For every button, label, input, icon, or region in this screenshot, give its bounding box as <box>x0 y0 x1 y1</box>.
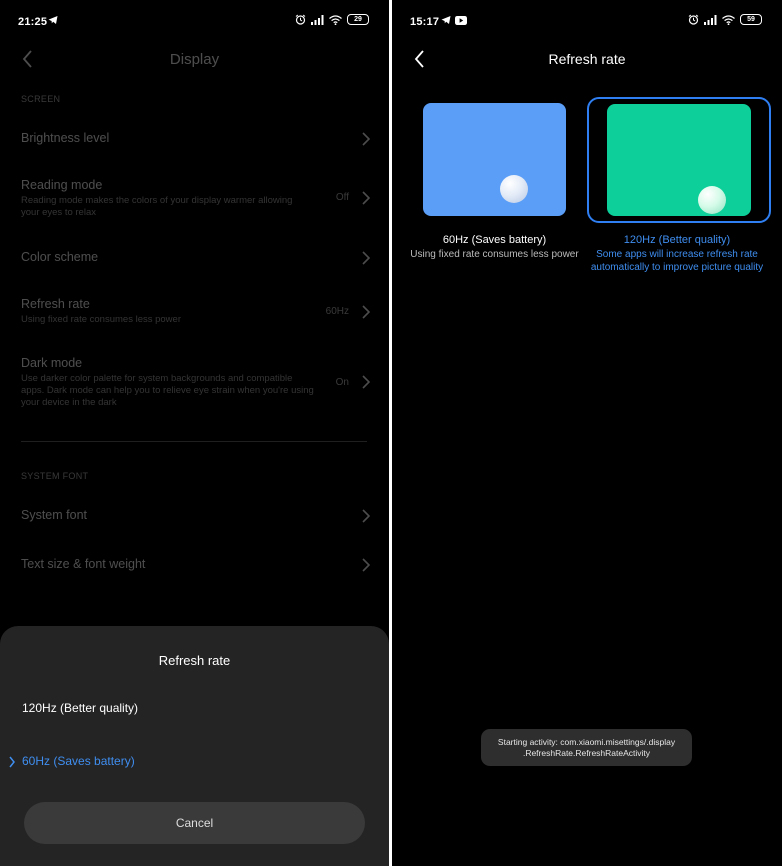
refresh-rate-screen: 15:17 59 Refresh rate 60Hz (Saves batter… <box>392 0 782 866</box>
brightness-level-item[interactable]: Brightness level <box>21 131 371 149</box>
animated-ball <box>500 175 528 203</box>
alarm-icon <box>688 14 699 25</box>
preview-60hz <box>423 103 566 216</box>
item-title: System font <box>21 508 87 522</box>
toast-line: .RefreshRate.RefreshRateActivity <box>522 747 651 758</box>
refresh-rate-bottom-sheet: Refresh rate 120Hz (Better quality) 60Hz… <box>0 626 389 866</box>
chevron-right-icon <box>362 558 371 572</box>
item-title: Reading mode <box>21 178 103 192</box>
page-title: Display <box>169 51 220 68</box>
item-value: Off <box>335 192 349 203</box>
item-title: Brightness level <box>21 131 110 145</box>
option-desc-120hz: automatically to improve picture quality <box>590 261 764 273</box>
preview-120hz <box>607 104 751 216</box>
item-title: Color scheme <box>21 250 99 264</box>
option-card-60hz[interactable] <box>423 103 566 216</box>
option-120hz[interactable]: 120Hz (Better quality) <box>22 701 138 715</box>
item-subtitle: Use darker color palette for system back… <box>21 373 293 384</box>
signal-icon <box>704 14 717 25</box>
status-bar: 15:17 59 <box>392 0 782 44</box>
youtube-icon <box>455 15 467 25</box>
toast-line: Starting activity: com.xiaomi.misettings… <box>497 736 676 747</box>
animated-ball <box>698 186 726 214</box>
item-subtitle: Using fixed rate consumes less power <box>21 314 181 325</box>
item-value: 60Hz <box>325 306 349 317</box>
chevron-right-icon <box>362 375 371 389</box>
display-settings-screen: 21:25 29 Display SCREEN Brightness level… <box>0 0 389 866</box>
item-title: Text size & font weight <box>21 557 146 571</box>
option-desc-60hz: Using fixed rate consumes less power <box>410 249 579 260</box>
item-title: Refresh rate <box>21 297 90 311</box>
section-header-screen: SCREEN <box>21 94 61 104</box>
page-title: Refresh rate <box>548 51 626 67</box>
option-label-60hz: 60Hz (Saves battery) <box>442 234 547 246</box>
color-scheme-item[interactable]: Color scheme <box>21 250 371 268</box>
section-header-system-font: SYSTEM FONT <box>21 471 89 481</box>
status-time: 15:17 <box>410 16 440 28</box>
chevron-right-icon <box>362 132 371 146</box>
chevron-right-icon <box>362 305 371 319</box>
item-subtitle: your device in the dark <box>21 397 117 408</box>
option-label-120hz: 120Hz (Better quality) <box>623 234 731 246</box>
toast-message: Starting activity: com.xiaomi.misettings… <box>481 729 692 766</box>
wifi-icon <box>722 14 735 25</box>
chevron-right-icon <box>362 509 371 523</box>
item-subtitle: Reading mode makes the colors of your di… <box>21 195 293 206</box>
telegram-icon <box>441 16 451 24</box>
reading-mode-item[interactable]: Reading mode Reading mode makes the colo… <box>21 178 371 220</box>
chevron-right-icon <box>362 251 371 265</box>
sheet-title: Refresh rate <box>158 653 231 668</box>
option-60hz[interactable]: 60Hz (Saves battery) <box>22 754 135 768</box>
item-subtitle: apps. Dark mode can help you to relieve … <box>21 385 314 396</box>
item-title: Dark mode <box>21 356 83 370</box>
selected-chevron-icon <box>9 756 15 768</box>
system-font-item[interactable]: System font <box>21 508 371 526</box>
item-value: On <box>335 377 349 388</box>
dark-mode-item[interactable]: Dark mode Use darker color palette for s… <box>21 356 371 410</box>
text-size-item[interactable]: Text size & font weight <box>21 557 371 575</box>
battery-indicator: 59 <box>740 14 762 25</box>
option-desc-120hz: Some apps will increase refresh rate <box>596 249 758 260</box>
item-subtitle: your eyes to relax <box>21 207 96 218</box>
refresh-rate-item[interactable]: Refresh rate Using fixed rate consumes l… <box>21 297 371 327</box>
cancel-button[interactable]: Cancel <box>24 802 365 844</box>
option-card-120hz[interactable] <box>587 97 771 223</box>
section-divider <box>21 441 367 442</box>
chevron-right-icon <box>362 191 371 205</box>
